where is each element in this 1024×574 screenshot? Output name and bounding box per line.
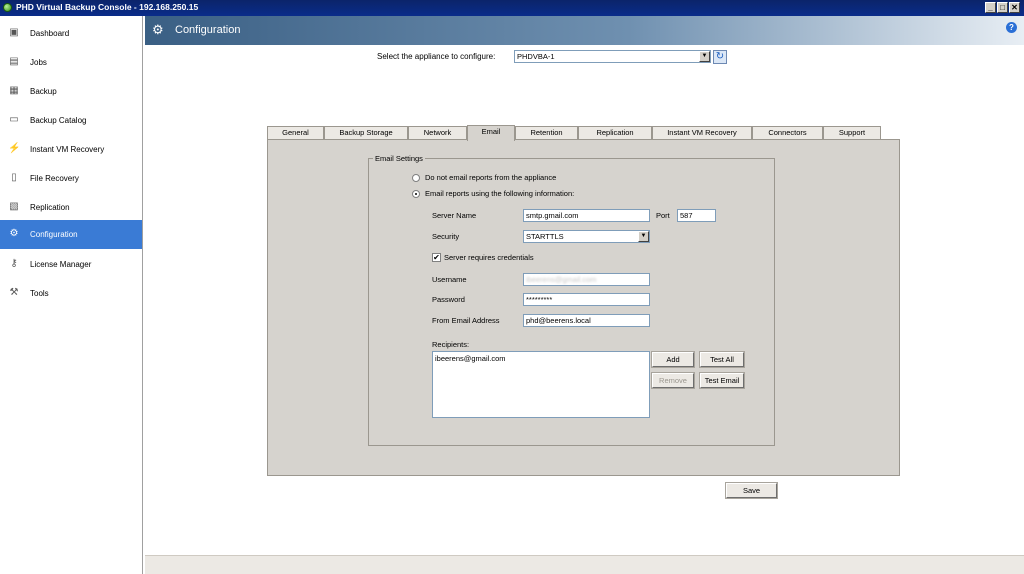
chevron-down-icon[interactable]: ▼ [699, 51, 710, 62]
sidebar-item-replication[interactable]: ▧ Replication [0, 193, 142, 222]
test-email-button[interactable]: Test Email [700, 373, 744, 388]
tab-retention[interactable]: Retention [515, 126, 578, 140]
security-select[interactable]: STARTTLS ▼ [523, 230, 650, 243]
refresh-icon[interactable]: ↻ [713, 50, 727, 64]
username-input[interactable]: ibeerens@gmail.com [523, 273, 650, 286]
remove-recipient-button[interactable]: Remove [652, 373, 694, 388]
sidebar-item-jobs[interactable]: ▤ Jobs [0, 48, 142, 77]
sidebar-item-backup-catalog[interactable]: ▭ Backup Catalog [0, 106, 142, 135]
close-button[interactable]: ✕ [1009, 2, 1020, 13]
sidebar-item-label: Replication [30, 203, 70, 212]
gear-icon: ⚙ [9, 228, 19, 239]
help-icon[interactable]: ? [1006, 22, 1017, 33]
option-email-reports-label: Email reports using the following inform… [425, 189, 575, 198]
sidebar-item-license-manager[interactable]: ⚷ License Manager [0, 250, 142, 279]
credentials-label: Server requires credentials [444, 253, 534, 262]
catalog-icon: ▭ [9, 114, 19, 125]
security-label: Security [432, 232, 460, 241]
appliance-select[interactable]: PHDVBA-1 ▼ [514, 50, 711, 63]
from-email-label: From Email Address [432, 316, 500, 325]
tab-connectors[interactable]: Connectors [752, 126, 823, 140]
radio-no-email[interactable] [412, 174, 420, 182]
status-strip [145, 555, 1024, 574]
server-name-input[interactable] [523, 209, 650, 222]
username-label: Username [432, 275, 467, 284]
recipients-label: Recipients: [432, 340, 470, 349]
sidebar-item-dashboard[interactable]: ▣ Dashboard [0, 19, 142, 48]
backup-icon: ▦ [9, 85, 19, 96]
file-icon: ▯ [11, 172, 17, 183]
sidebar-item-label: Configuration [30, 230, 78, 239]
port-input[interactable] [677, 209, 716, 222]
tab-support[interactable]: Support [823, 126, 881, 140]
email-settings-group-label: Email Settings [373, 154, 425, 163]
sidebar-item-label: License Manager [30, 260, 92, 269]
credentials-checkbox[interactable]: ✔ [432, 253, 441, 262]
sidebar-item-tools[interactable]: ⚒ Tools [0, 279, 142, 308]
username-value: ibeerens@gmail.com [526, 275, 597, 284]
sidebar-item-label: Instant VM Recovery [30, 145, 105, 154]
recipients-list[interactable]: ibeerens@gmail.com [432, 351, 650, 418]
page-header: ⚙ Configuration [145, 16, 1024, 45]
sidebar: ▣ Dashboard ▤ Jobs ▦ Backup ▭ Backup Cat… [0, 16, 143, 574]
app-logo-icon [3, 3, 12, 12]
appliance-select-value: PHDVBA-1 [517, 52, 555, 61]
window-title: PHD Virtual Backup Console - 192.168.250… [16, 2, 199, 12]
sidebar-item-label: Tools [30, 289, 49, 298]
save-button[interactable]: Save [726, 483, 777, 498]
tab-general[interactable]: General [267, 126, 324, 140]
radio-email-reports[interactable] [412, 190, 420, 198]
jobs-icon: ▤ [9, 56, 19, 67]
tab-replication[interactable]: Replication [578, 126, 652, 140]
key-icon: ⚷ [10, 258, 18, 269]
sidebar-item-instant-vm-recovery[interactable]: ⚡ Instant VM Recovery [0, 135, 142, 164]
option-no-email-label: Do not email reports from the appliance [425, 173, 557, 182]
server-name-label: Server Name [432, 211, 477, 220]
chevron-down-icon[interactable]: ▼ [638, 231, 649, 242]
tab-email[interactable]: Email [467, 125, 515, 141]
tab-instant-vm-recovery[interactable]: Instant VM Recovery [652, 126, 752, 140]
tab-network[interactable]: Network [408, 126, 467, 140]
test-all-button[interactable]: Test All [700, 352, 744, 367]
sidebar-item-label: Dashboard [30, 29, 70, 38]
window-titlebar: PHD Virtual Backup Console - 192.168.250… [0, 0, 1024, 16]
from-email-input[interactable] [523, 314, 650, 327]
sidebar-item-file-recovery[interactable]: ▯ File Recovery [0, 164, 142, 193]
lightning-icon: ⚡ [8, 143, 21, 154]
add-recipient-button[interactable]: Add [652, 352, 694, 367]
dashboard-icon: ▣ [9, 27, 19, 38]
port-label: Port [656, 211, 670, 220]
page-title: Configuration [175, 24, 241, 36]
tab-backup-storage[interactable]: Backup Storage [324, 126, 408, 140]
replication-icon: ▧ [9, 201, 19, 212]
sidebar-item-label: Jobs [30, 58, 47, 67]
sidebar-item-label: File Recovery [30, 174, 79, 183]
password-input[interactable] [523, 293, 650, 306]
password-label: Password [432, 295, 465, 304]
gear-icon: ⚙ [152, 22, 164, 37]
security-select-value: STARTTLS [526, 232, 564, 241]
sidebar-item-configuration[interactable]: ⚙ Configuration [0, 220, 142, 249]
tab-strip: General Backup Storage Network Email Ret… [267, 125, 900, 141]
wrench-icon: ⚒ [9, 287, 19, 298]
maximize-button[interactable]: □ [997, 2, 1008, 13]
minimize-button[interactable]: _ [985, 2, 996, 13]
sidebar-item-label: Backup [30, 87, 57, 96]
sidebar-item-backup[interactable]: ▦ Backup [0, 77, 142, 106]
sidebar-item-label: Backup Catalog [30, 116, 87, 125]
list-item[interactable]: ibeerens@gmail.com [435, 354, 506, 364]
appliance-select-label: Select the appliance to configure: [377, 52, 496, 61]
